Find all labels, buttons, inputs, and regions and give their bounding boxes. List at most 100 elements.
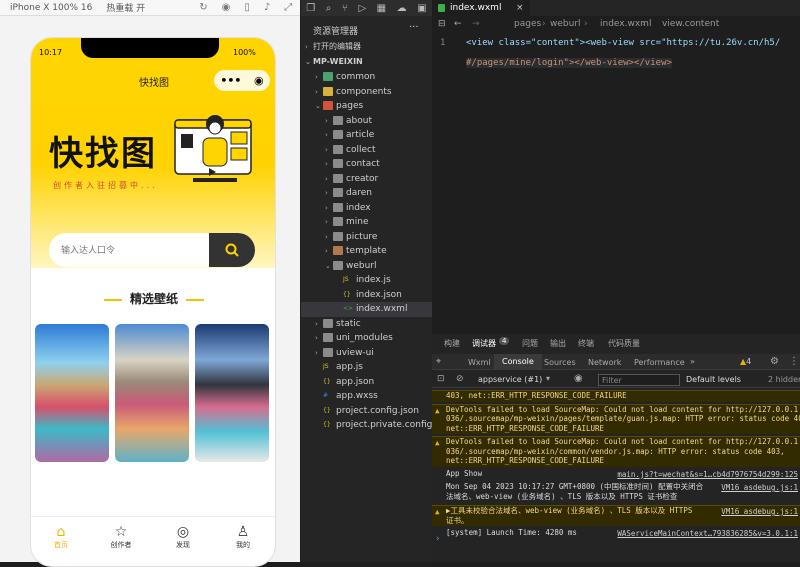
tree-item-index-json[interactable]: {} index.json xyxy=(301,288,432,303)
tree-item-uview-ui[interactable]: › uview-ui xyxy=(301,346,432,361)
search-input[interactable]: 输入达人口令 xyxy=(61,243,115,256)
fullscreen-icon[interactable]: ⤢ xyxy=(284,2,292,13)
source-link[interactable]: WAServiceMainContext…793836285&v=3.0.1:1 xyxy=(617,529,798,539)
source-link[interactable]: VM16 asdebug.js:1 xyxy=(721,483,798,493)
panel-wxml[interactable]: Wxml xyxy=(468,358,491,367)
code-line[interactable]: #/pages/mine/login"></web-view></view> xyxy=(466,58,672,68)
tab-code-quality[interactable]: 代码质量 xyxy=(608,338,640,349)
close-icon[interactable]: ◉ xyxy=(254,74,264,87)
tree-item-index-wxml[interactable]: <> index.wxml xyxy=(301,302,432,317)
forward-arrow-icon[interactable]: → xyxy=(472,16,480,32)
cloud-icon[interactable]: ☁ xyxy=(397,3,407,14)
wallpaper-card[interactable] xyxy=(35,324,109,462)
tree-item-about[interactable]: › about xyxy=(301,114,432,129)
volume-icon[interactable]: ♪ xyxy=(264,2,270,13)
filter-input[interactable]: Filter xyxy=(598,374,680,386)
tree-item-pages[interactable]: ⌄ pages xyxy=(301,99,432,114)
clear-console-icon[interactable]: ⊘ xyxy=(456,374,464,384)
wallpaper-card[interactable] xyxy=(115,324,189,462)
explorer-menu-icon[interactable]: ··· xyxy=(409,22,419,33)
dropdown-caret-icon[interactable]: ▾ xyxy=(546,374,550,383)
console-message[interactable]: Mon Sep 04 2023 10:17:27 GMT+0800 (中国标准时… xyxy=(432,482,800,503)
files-icon[interactable]: ❐ xyxy=(306,3,315,14)
tree-item-components[interactable]: › components xyxy=(301,85,432,100)
split-editor-icon[interactable]: ⊟ xyxy=(438,16,446,32)
extensions-icon[interactable]: ▦ xyxy=(377,3,386,14)
editor-tab[interactable]: index.wxml × xyxy=(432,0,530,16)
layout-icon[interactable]: ▣ xyxy=(417,3,426,14)
wallpaper-card[interactable] xyxy=(195,324,269,462)
sidebar-toggle-icon[interactable]: ⊡ xyxy=(437,374,445,384)
panel-performance[interactable]: Performance xyxy=(634,358,685,367)
warning-counter[interactable]: ▲4 xyxy=(740,357,751,366)
console-prompt[interactable]: › xyxy=(436,534,440,544)
panel-sources[interactable]: Sources xyxy=(544,358,576,367)
tree-item-creator[interactable]: › creator xyxy=(301,172,432,187)
tree-item-weburl[interactable]: ⌄ weburl xyxy=(301,259,432,274)
tab-creator[interactable]: ☆ 创作者 xyxy=(91,524,151,550)
eye-icon[interactable]: ◉ xyxy=(574,373,583,384)
more-icon[interactable]: ••• xyxy=(220,74,241,87)
source-link[interactable]: main.js?t=wechat&s=1…cb4d7976754d299:125 xyxy=(617,470,798,480)
tree-item-article[interactable]: › article xyxy=(301,128,432,143)
search-icon[interactable]: ⌕ xyxy=(326,3,332,14)
tree-item-uni-modules[interactable]: › uni_modules xyxy=(301,331,432,346)
settings-icon[interactable]: ⚙ xyxy=(770,356,779,367)
source-link[interactable]: VM16 asdebug.js:1 xyxy=(721,507,798,517)
console-message[interactable]: ▲ DevTools failed to load SourceMap: Coul… xyxy=(432,436,800,467)
tab-mine[interactable]: ♙ 我的 xyxy=(213,524,273,550)
tab-home[interactable]: ⌂ 首页 xyxy=(31,524,91,550)
tree-item-template[interactable]: › template xyxy=(301,244,432,259)
code-line[interactable]: <view class="content"><web-view src="htt… xyxy=(466,38,800,48)
tab-debugger[interactable]: 调试器 xyxy=(472,338,496,349)
more-icon[interactable]: ⋮ xyxy=(789,356,799,367)
console-message[interactable]: ▲ ▶工具未校验合法域名、web-view (业务域名) 、TLS 版本以及 HT… xyxy=(432,505,800,526)
breadcrumb-item[interactable]: pages xyxy=(514,16,541,32)
git-icon[interactable]: ⑂ xyxy=(342,3,348,14)
tree-item-contact[interactable]: › contact xyxy=(301,157,432,172)
search-button[interactable] xyxy=(209,233,255,267)
open-editors-section[interactable]: › 打开的编辑器 xyxy=(301,40,432,55)
tab-problems[interactable]: 问题 xyxy=(522,338,538,349)
close-tab-icon[interactable]: × xyxy=(516,0,524,16)
tab-build[interactable]: 构建 xyxy=(444,338,460,349)
panel-console[interactable]: Console xyxy=(494,354,542,370)
tree-item-app-json[interactable]: {} app.json xyxy=(301,375,432,390)
back-arrow-icon[interactable]: ← xyxy=(454,16,462,32)
tree-item-index[interactable]: › index xyxy=(301,201,432,216)
context-select[interactable]: appservice (#1) xyxy=(478,375,542,384)
stop-icon[interactable]: ◉ xyxy=(222,2,231,13)
tree-item-daren[interactable]: › daren xyxy=(301,186,432,201)
tab-terminal[interactable]: 终端 xyxy=(578,338,594,349)
debug-icon[interactable]: ▷ xyxy=(358,3,366,14)
tree-item-index-js[interactable]: JS index.js xyxy=(301,273,432,288)
breadcrumb-item[interactable]: weburl xyxy=(550,16,581,32)
refresh-icon[interactable]: ↻ xyxy=(199,2,207,13)
tree-item-common[interactable]: › common xyxy=(301,70,432,85)
tree-item-picture[interactable]: › picture xyxy=(301,230,432,245)
phone-icon[interactable]: ▯ xyxy=(244,2,250,13)
mini-program-capsule[interactable]: ••• ◉ xyxy=(214,70,270,91)
console-message[interactable]: 403, net::ERR_HTTP_RESPONSE_CODE_FAILURE xyxy=(432,390,800,402)
levels-select[interactable]: Default levels xyxy=(686,375,741,384)
tab-discover[interactable]: ◎ 发现 xyxy=(153,524,213,550)
project-root[interactable]: ⌄ MP-WEIXIN xyxy=(301,55,432,70)
more-panels[interactable]: » xyxy=(690,357,695,366)
tree-item-app-wxss[interactable]: # app.wxss xyxy=(301,389,432,404)
tree-item-project-config-json[interactable]: {} project.config.json xyxy=(301,404,432,419)
tree-item-mine[interactable]: › mine xyxy=(301,215,432,230)
panel-network[interactable]: Network xyxy=(588,358,621,367)
tree-item-static[interactable]: › static xyxy=(301,317,432,332)
inspect-icon[interactable]: ⌖ xyxy=(436,357,441,367)
tab-output[interactable]: 输出 xyxy=(550,338,566,349)
console-message[interactable]: App Show main.js?t=wechat&s=1…cb4d7976754… xyxy=(432,469,800,481)
hotreload-toggle[interactable]: 热重载 开 xyxy=(106,1,145,14)
tree-item-app-js[interactable]: JS app.js xyxy=(301,360,432,375)
console-message[interactable]: ▲ DevTools failed to load SourceMap: Coul… xyxy=(432,403,800,434)
console-message[interactable]: [system] Launch Time: 4280 ms WAServiceMa… xyxy=(432,528,800,540)
device-select[interactable]: iPhone X 100% 16 xyxy=(10,3,92,13)
search-bar[interactable]: 输入达人口令 xyxy=(49,233,255,267)
tree-item-project-private-config-js-[interactable]: {} project.private.config.js... xyxy=(301,418,451,433)
tree-item-collect[interactable]: › collect xyxy=(301,143,432,158)
breadcrumb-item[interactable]: view.content xyxy=(662,16,719,32)
